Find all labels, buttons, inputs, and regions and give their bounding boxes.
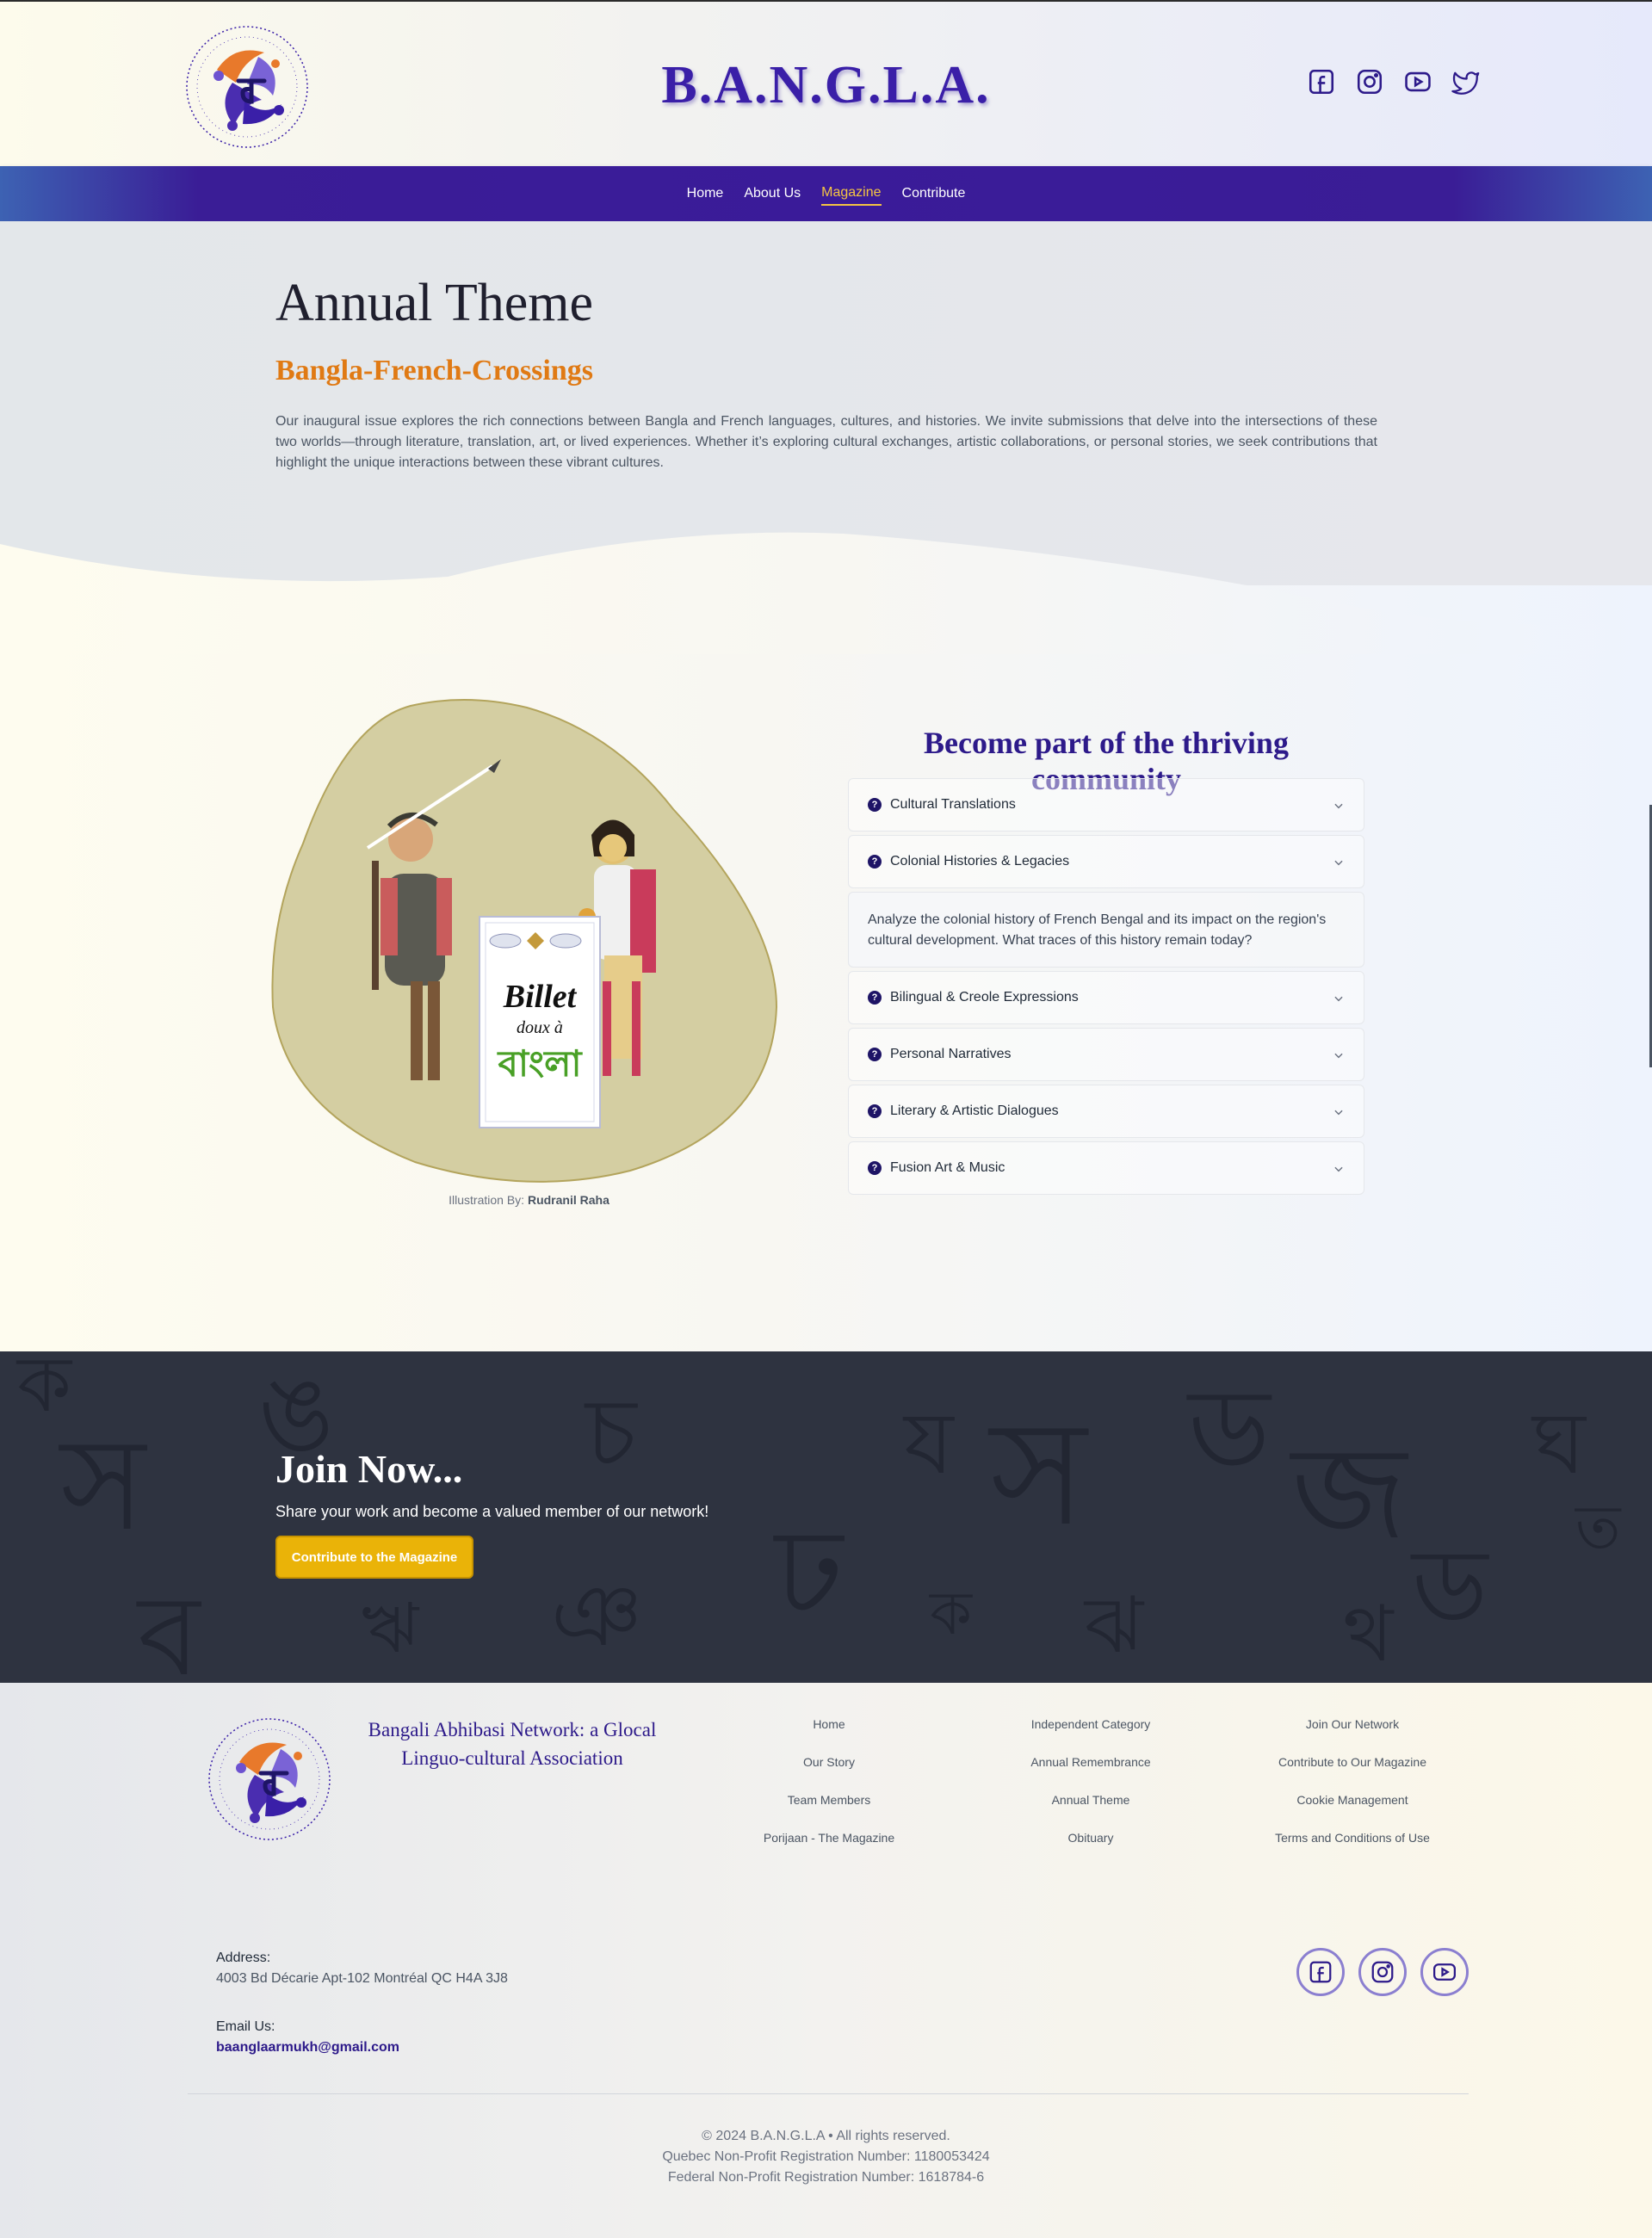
address-label: Address: [216, 1951, 271, 1965]
accordion-item-fusion-art[interactable]: ? Fusion Art & Music [848, 1141, 1364, 1195]
footer-link-cookie-management[interactable]: Cookie Management [1258, 1781, 1447, 1819]
footer-link-team-members[interactable]: Team Members [734, 1781, 924, 1819]
accordion-panel-colonial-histories: Analyze the colonial history of French B… [848, 892, 1364, 968]
instagram-icon[interactable] [1355, 67, 1384, 96]
chevron-down-icon [1333, 992, 1345, 1005]
footer-link-terms[interactable]: Terms and Conditions of Use [1258, 1819, 1447, 1857]
svg-text:বাংলা: বাংলা [496, 1042, 583, 1085]
accordion-item-bilingual-creole[interactable]: ? Bilingual & Creole Expressions [848, 971, 1364, 1024]
topics-accordion: ? Cultural Translations ? Colonial Histo… [848, 778, 1364, 1198]
footer-divider [188, 2093, 1469, 2094]
footer-link-porijaan[interactable]: Porijaan - The Magazine [734, 1819, 924, 1857]
footer-link-contribute-magazine[interactable]: Contribute to Our Magazine [1258, 1743, 1447, 1781]
accordion-item-colonial-histories[interactable]: ? Colonial Histories & Legacies [848, 835, 1364, 888]
email-link[interactable]: baanglaarmukh@gmail.com [216, 2040, 399, 2056]
nav-contribute[interactable]: Contribute [902, 182, 966, 205]
youtube-icon[interactable] [1403, 67, 1432, 96]
footer-link-annual-remembrance[interactable]: Annual Remembrance [996, 1743, 1185, 1781]
page-title: Annual Theme [275, 274, 594, 332]
instagram-icon [1370, 1959, 1395, 1985]
chevron-down-icon [1333, 856, 1345, 869]
join-text: Share your work and become a valued memb… [275, 1503, 709, 1520]
address-value: 4003 Bd Décarie Apt-102 Montréal QC H4A … [216, 1971, 508, 1986]
chevron-down-icon [1333, 1106, 1345, 1118]
question-icon: ? [868, 1104, 882, 1118]
illustration: Billet doux à বাংলা [269, 697, 789, 1186]
quebec-registration: Quebec Non-Profit Registration Number: 1… [662, 2149, 990, 2164]
footer-link-obituary[interactable]: Obituary [996, 1819, 1185, 1857]
chevron-down-icon [1333, 1163, 1345, 1175]
copyright-text: © 2024 B.A.N.G.L.A • All rights reserved… [702, 2129, 950, 2143]
email-label: Email Us: [216, 2019, 275, 2034]
nav-magazine[interactable]: Magazine [821, 182, 882, 206]
illustration-credit: Illustration By: Rudranil Raha [269, 1193, 789, 1207]
chevron-down-icon [1333, 800, 1345, 812]
facebook-icon [1308, 1959, 1333, 1985]
credit-prefix: Illustration By: [449, 1193, 525, 1207]
wave-divider [0, 532, 1652, 654]
footer-links-col-1: Home Our Story Team Members Porijaan - T… [734, 1705, 924, 1857]
svg-text:doux à: doux à [517, 1018, 563, 1037]
facebook-icon[interactable] [1307, 67, 1336, 96]
question-icon: ? [868, 991, 882, 1005]
footer-link-independent-category[interactable]: Independent Category [996, 1705, 1185, 1743]
main-nav: Home About Us Magazine Contribute [0, 166, 1652, 221]
theme-subtitle: Bangla-French-Crossings [275, 355, 594, 386]
header-social-links [1307, 67, 1481, 96]
accordion-label: Cultural Translations [890, 797, 1016, 812]
join-title: Join Now... [275, 1447, 463, 1491]
contribute-magazine-button[interactable]: Contribute to the Magazine [275, 1536, 473, 1579]
accordion-label: Personal Narratives [890, 1047, 1012, 1061]
site-header: B.A.N.G.L.A. [0, 0, 1652, 166]
question-icon: ? [868, 1048, 882, 1061]
footer-link-home[interactable]: Home [734, 1705, 924, 1743]
footer-link-our-story[interactable]: Our Story [734, 1743, 924, 1781]
accordion-item-personal-narratives[interactable]: ? Personal Narratives [848, 1028, 1364, 1081]
footer-logo[interactable] [205, 1715, 334, 1844]
accordion-label: Fusion Art & Music [890, 1160, 1005, 1175]
twitter-icon[interactable] [1451, 67, 1481, 96]
site-footer: Bangali Abhibasi Network: a Glocal Lingu… [0, 1683, 1652, 2238]
question-icon: ? [868, 855, 882, 869]
community-section: Billet doux à বাংলা Illustration By: Rud… [0, 585, 1652, 1351]
chevron-down-icon [1333, 1049, 1345, 1061]
footer-org-name: Bangali Abhibasi Network: a Glocal Lingu… [368, 1719, 657, 1769]
accordion-label: Bilingual & Creole Expressions [890, 990, 1079, 1005]
question-icon: ? [868, 1161, 882, 1175]
youtube-icon [1432, 1959, 1457, 1985]
credit-name: Rudranil Raha [527, 1193, 609, 1207]
footer-instagram-button[interactable] [1358, 1948, 1407, 1996]
footer-link-join-network[interactable]: Join Our Network [1258, 1705, 1447, 1743]
nav-home[interactable]: Home [687, 182, 724, 205]
accordion-label: Colonial Histories & Legacies [890, 854, 1070, 869]
footer-links-col-2: Independent Category Annual Remembrance … [996, 1705, 1185, 1857]
bengali-letter-pattern: ক স ঙ ব চ ঢ য স ড ঝ জ ড ঘ ত ঞ ঋ ক থ [17, 1351, 1621, 1683]
footer-links-col-3: Join Our Network Contribute to Our Magaz… [1258, 1705, 1447, 1857]
accordion-label: Literary & Artistic Dialogues [890, 1104, 1059, 1118]
nav-about-us[interactable]: About Us [744, 182, 801, 205]
join-section: ক স ঙ ব চ ঢ য স ড ঝ জ ড ঘ ত ঞ ঋ ক থ Join… [0, 1351, 1652, 1683]
accordion-item-literary-artistic[interactable]: ? Literary & Artistic Dialogues [848, 1085, 1364, 1138]
billet-card: Billet doux à বাংলা [479, 916, 601, 1128]
federal-registration: Federal Non-Profit Registration Number: … [667, 2170, 985, 2185]
theme-description: Our inaugural issue explores the rich co… [275, 414, 1377, 470]
svg-text:Billet: Billet [503, 979, 578, 1015]
footer-social-links [1296, 1948, 1469, 1996]
footer-youtube-button[interactable] [1420, 1948, 1469, 1996]
footer-facebook-button[interactable] [1296, 1948, 1345, 1996]
accordion-item-cultural-translations[interactable]: ? Cultural Translations [848, 778, 1364, 832]
question-icon: ? [868, 798, 882, 812]
footer-link-annual-theme[interactable]: Annual Theme [996, 1781, 1185, 1819]
